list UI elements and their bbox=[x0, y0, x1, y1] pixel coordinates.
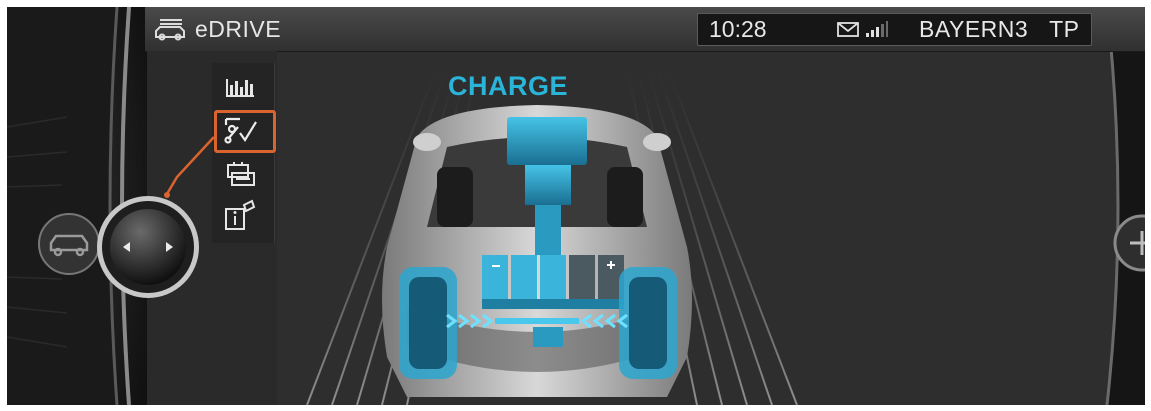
vehicle-menu-button[interactable] bbox=[37, 212, 101, 276]
zoom-in-button[interactable] bbox=[1112, 213, 1145, 273]
idrive-controller-knob[interactable] bbox=[95, 194, 201, 300]
idrive-screen: eDRIVE 10:28 BAYERN3 TP CHARGE bbox=[7, 7, 1145, 405]
display-frame: eDRIVE 10:28 BAYERN3 TP CHARGE bbox=[0, 0, 1151, 411]
battery-pack bbox=[482, 255, 624, 309]
vehicle-drivetrain-graphic bbox=[382, 105, 692, 397]
